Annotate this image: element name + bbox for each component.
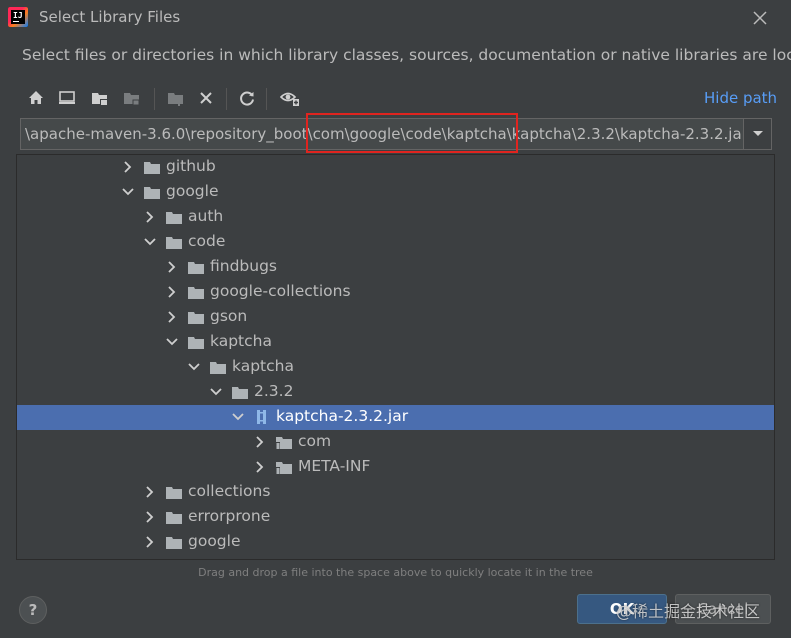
toolbar-separator: [266, 88, 267, 110]
chevron-right-icon[interactable]: [165, 285, 179, 299]
jar-icon: [257, 410, 266, 424]
tree-row-label: collections: [188, 482, 271, 500]
tree-row-label: auth: [188, 207, 224, 225]
tree-row[interactable]: META-INF: [17, 455, 774, 480]
chevron-right-icon[interactable]: [165, 260, 179, 274]
refresh-icon: [240, 91, 254, 106]
tree-row-label: google: [166, 182, 219, 200]
tree-row[interactable]: google: [17, 180, 774, 205]
chevron-right-icon[interactable]: [165, 310, 179, 324]
delete-button[interactable]: [192, 84, 220, 112]
window-title: Select Library Files: [39, 8, 181, 26]
close-icon: [753, 11, 767, 25]
home-button[interactable]: [22, 84, 50, 112]
new-folder-button[interactable]: [162, 84, 190, 112]
tree-row-label: kaptcha-2.3.2.jar: [276, 407, 409, 425]
chevron-down-icon[interactable]: [165, 335, 179, 349]
chevron-down-icon[interactable]: [231, 410, 245, 424]
folder-icon: [166, 212, 182, 224]
chevron-right-icon[interactable]: [253, 435, 267, 449]
chevron-down-icon[interactable]: [187, 360, 201, 374]
tree-row[interactable]: github: [17, 155, 774, 180]
tree-row[interactable]: auth: [17, 205, 774, 230]
tree-row[interactable]: kaptcha: [17, 330, 774, 355]
package-folder-icon: [276, 437, 292, 449]
path-dropdown-button[interactable]: [744, 118, 772, 150]
chevron-right-icon[interactable]: [121, 160, 135, 174]
chevron-right-icon[interactable]: [143, 210, 157, 224]
tree-row-label: github: [166, 157, 216, 175]
hide-path-link[interactable]: Hide path: [704, 89, 777, 107]
folder-icon: [166, 487, 182, 499]
chevron-right-icon[interactable]: [143, 510, 157, 524]
chevron-down-icon: [752, 131, 763, 136]
tree-row[interactable]: kaptcha-2.3.2.jar: [17, 405, 774, 430]
tree-row-label: 2.3.2: [254, 382, 294, 400]
chevron-right-icon[interactable]: [143, 485, 157, 499]
watermark: @稀土掘金技术社区: [616, 602, 761, 621]
desktop-icon: [59, 91, 75, 104]
module-folder-icon: [124, 93, 140, 106]
title-bar: IJ Select Library Files: [0, 0, 791, 36]
tree-row[interactable]: kaptcha: [17, 355, 774, 380]
chevron-right-icon[interactable]: [253, 460, 267, 474]
file-tree[interactable]: github google auth code findbugs google-colle…: [16, 154, 775, 560]
tree-row[interactable]: errorprone: [17, 505, 774, 530]
folder-icon: [188, 262, 204, 274]
tree-row-label: kaptcha: [232, 357, 294, 375]
new-folder-icon: [168, 93, 183, 106]
folder-icon: [166, 537, 182, 549]
folder-icon: [188, 337, 204, 349]
tree-row-label: gson: [210, 307, 248, 325]
tree-row[interactable]: collections: [17, 480, 774, 505]
chevron-down-icon[interactable]: [143, 235, 157, 249]
project-folder-button[interactable]: [86, 84, 114, 112]
tree-row[interactable]: google: [17, 530, 774, 555]
folder-icon: [144, 187, 160, 199]
tree-row[interactable]: com: [17, 430, 774, 455]
close-button[interactable]: [748, 6, 772, 30]
chevron-down-icon[interactable]: [209, 385, 223, 399]
help-button[interactable]: ?: [19, 596, 47, 624]
tree-row-label: kaptcha: [210, 332, 272, 350]
folder-icon: [166, 512, 182, 524]
tree-row[interactable]: google-collections: [17, 280, 774, 305]
refresh-button[interactable]: [233, 84, 261, 112]
toolbar-separator: [226, 88, 227, 110]
folder-icon: [188, 287, 204, 299]
tree-row[interactable]: gson: [17, 305, 774, 330]
tree-row-label: google-collections: [210, 282, 351, 300]
folder-icon: [166, 237, 182, 249]
package-folder-icon: [276, 462, 292, 474]
tree-row-label: google: [188, 532, 241, 550]
tree-row-label: findbugs: [210, 257, 278, 275]
show-hidden-button[interactable]: [276, 84, 304, 112]
module-folder-button[interactable]: [118, 84, 146, 112]
project-folder-icon: [92, 93, 107, 105]
tree-row-label: com: [298, 432, 332, 450]
folder-icon: [210, 362, 226, 374]
desktop-button[interactable]: [53, 84, 81, 112]
drag-drop-hint: Drag and drop a file into the space abov…: [198, 566, 593, 579]
toolbar-separator: [154, 88, 155, 110]
tree-row[interactable]: 2.3.2: [17, 380, 774, 405]
delete-icon: [200, 92, 212, 104]
show-hidden-icon: [280, 92, 299, 106]
tree-row-label: META-INF: [298, 457, 371, 475]
tree-row[interactable]: code: [17, 230, 774, 255]
dialog-description: Select files or directories in which lib…: [22, 46, 791, 64]
folder-icon: [144, 162, 160, 174]
tree-row-label: errorprone: [188, 507, 271, 525]
tree-row[interactable]: findbugs: [17, 255, 774, 280]
home-icon: [29, 91, 43, 104]
tree-row-label: code: [188, 232, 226, 250]
chevron-right-icon[interactable]: [143, 535, 157, 549]
intellij-app-icon: IJ: [8, 7, 28, 27]
chevron-down-icon[interactable]: [121, 185, 135, 199]
folder-icon: [232, 387, 248, 399]
highlight-annotation: [306, 113, 518, 153]
folder-icon: [188, 312, 204, 324]
